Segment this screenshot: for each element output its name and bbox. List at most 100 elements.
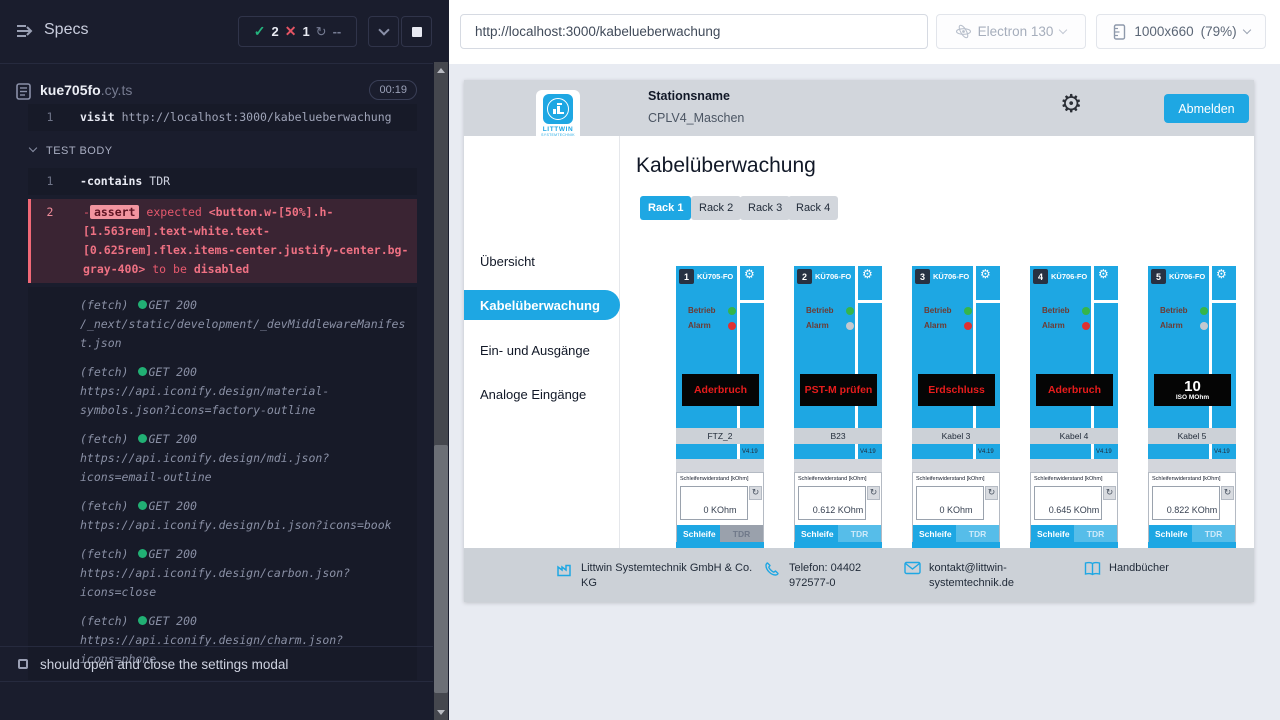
firmware-version: V4.19 [1096,449,1112,455]
resistance-value: 0.645 KOhm [1031,505,1117,515]
card-gear-icon[interactable]: ⚙ [862,268,873,280]
scroll-down-icon[interactable] [437,710,445,715]
cable-name: Kabel 3 [912,428,1000,444]
sidebar-item-ein-und-ausgaenge[interactable]: Ein- und Ausgänge [480,343,590,358]
sidebar-item-uebersicht[interactable]: Übersicht [480,254,535,269]
refresh-icon[interactable]: ↻ [1103,486,1116,500]
refresh-icon[interactable]: ↻ [867,486,880,500]
failed-icon: ✕ [285,23,297,40]
betrieb-led-icon [1082,307,1090,315]
settings-gear-icon[interactable]: ⚙ [1060,91,1082,116]
fetch-log-block: (fetch)GET 200 /_next/static/development… [28,287,417,680]
footer-handbooks[interactable]: Handbücher [1084,561,1204,578]
alarm-label: Alarm [1160,321,1183,330]
fetch-log-row[interactable]: (fetch)GET 200 https://api.iconify.desig… [80,540,409,607]
test-body-section[interactable]: TEST BODY [28,135,417,168]
card-gear-icon[interactable]: ⚙ [1216,268,1227,280]
tdr-button[interactable]: TDR [1074,525,1117,542]
viewport-size-selector[interactable]: 1000x660 (79%) [1096,14,1266,49]
command-row-assert-failed[interactable]: 2 -assert expected <button.w-[50%].h-[1.… [28,199,417,283]
footer-email[interactable]: kontakt@littwin-systemtechnik.de [904,561,1044,591]
firmware-version: V4.19 [860,449,876,455]
scrollbar-thumb[interactable] [434,445,448,693]
refresh-icon[interactable]: ↻ [985,486,998,500]
book-icon [1084,561,1101,578]
phone-icon [764,561,781,578]
sidebar-item-kabelueberwachung[interactable]: Kabelüberwachung [464,290,620,320]
resistance-label: Schleifenwiderstand [kOhm] [798,476,866,482]
card-gear-icon[interactable]: ⚙ [1098,268,1109,280]
tdr-button[interactable]: TDR [720,525,763,542]
factory-icon [556,561,573,578]
schleife-button[interactable]: Schleife [1149,525,1192,542]
sidebar: Übersicht Kabelüberwachung Ein- und Ausg… [464,136,620,548]
tab-rack-1[interactable]: Rack 1 [640,196,691,220]
browser-url-bar: Electron 130 1000x660 (79%) [449,0,1280,64]
chevron-down-icon [29,144,37,152]
resistance-label: Schleifenwiderstand [kOhm] [916,476,984,482]
card-number: 5 [1151,269,1166,284]
specs-title[interactable]: Specs [44,21,88,39]
fetch-log-row[interactable]: (fetch)GET 200 /_next/static/development… [80,291,409,358]
scroll-up-icon[interactable] [437,68,445,73]
firmware-version: V4.19 [978,449,994,455]
pending-test-row[interactable]: should open and close the settings modal [0,646,433,682]
failed-count: 1 [302,24,309,39]
resistance-label: Schleifenwiderstand [kOhm] [680,476,748,482]
spec-duration-badge: 00:19 [369,80,417,100]
fetch-log-row[interactable]: (fetch)GET 200 https://api.iconify.desig… [80,358,409,425]
resistance-label: Schleifenwiderstand [kOhm] [1034,476,1102,482]
status-display: PST-M prüfen [800,374,877,406]
success-dot-icon [138,434,147,443]
electron-icon [956,24,971,39]
schleife-button[interactable]: Schleife [913,525,956,542]
reporter-scrollbar[interactable] [433,0,449,720]
fetch-log-row[interactable]: (fetch)GET 200 https://api.iconify.desig… [80,425,409,492]
command-row-visit[interactable]: 1 visit http://localhost:3000/kabelueber… [28,104,417,131]
spec-file-row[interactable]: kue705fo.cy.ts 00:19 [0,78,433,106]
card-gear-icon[interactable]: ⚙ [980,268,991,280]
device-card-4: 4 KÜ706-FO ⚙ Betrieb Alarm Aderbruch Kab… [1030,266,1118,548]
resistance-value: 0 KOhm [913,505,999,515]
alarm-led-icon [846,322,854,330]
fetch-log-row[interactable]: (fetch)GET 200 https://api.iconify.desig… [80,492,409,540]
stop-tests-button[interactable] [401,16,432,47]
resistance-panel: Schleifenwiderstand [kOhm] ↻ 0.645 KOhm … [1030,472,1118,542]
sidebar-item-analoge-eingaenge[interactable]: Analoge Eingänge [480,387,586,402]
device-card-2: 2 KÜ706-FO ⚙ Betrieb Alarm PST-M prüfen … [794,266,882,548]
betrieb-led-icon [846,307,854,315]
specs-menu-icon[interactable] [16,23,36,39]
card-gear-icon[interactable]: ⚙ [744,268,755,280]
card-title: KÜ706-FO [1169,272,1205,281]
betrieb-led-icon [964,307,972,315]
resistance-value: 0 KOhm [677,505,763,515]
test-stats: ✓ 2 ✕ 1 ↻ -- [238,16,357,47]
status-display: Aderbruch [682,374,759,406]
resistance-panel: Schleifenwiderstand [kOhm] ↻ 0.612 KOhm … [794,472,882,542]
schleife-button[interactable]: Schleife [1031,525,1074,542]
tdr-button[interactable]: TDR [956,525,999,542]
device-card-5: 5 KÜ706-FO ⚙ Betrieb Alarm 10 ISO MOhm K… [1148,266,1236,548]
collapse-reporter-button[interactable] [368,16,399,47]
url-input[interactable] [460,14,928,49]
cable-name: Kabel 4 [1030,428,1118,444]
refresh-icon[interactable]: ↻ [1221,486,1234,500]
tab-rack-2[interactable]: Rack 2 [691,196,741,220]
stop-icon [412,27,422,37]
command-row-contains[interactable]: 1 -contains TDR [28,168,417,195]
schleife-button[interactable]: Schleife [677,525,720,542]
pending-test-icon [18,659,28,669]
tdr-button[interactable]: TDR [1192,525,1235,542]
schleife-button[interactable]: Schleife [795,525,838,542]
browser-selector[interactable]: Electron 130 [936,14,1086,49]
tab-rack-4[interactable]: Rack 4 [788,196,838,220]
firmware-version: V4.19 [742,449,758,455]
chevron-down-icon [378,24,389,35]
refresh-icon[interactable]: ↻ [749,486,762,500]
tdr-button[interactable]: TDR [838,525,881,542]
betrieb-led-icon [728,307,736,315]
alarm-led-icon [728,322,736,330]
logout-button[interactable]: Abmelden [1164,94,1249,123]
tab-rack-3[interactable]: Rack 3 [740,196,790,220]
resistance-panel: Schleifenwiderstand [kOhm] ↻ 0.822 KOhm … [1148,472,1236,542]
